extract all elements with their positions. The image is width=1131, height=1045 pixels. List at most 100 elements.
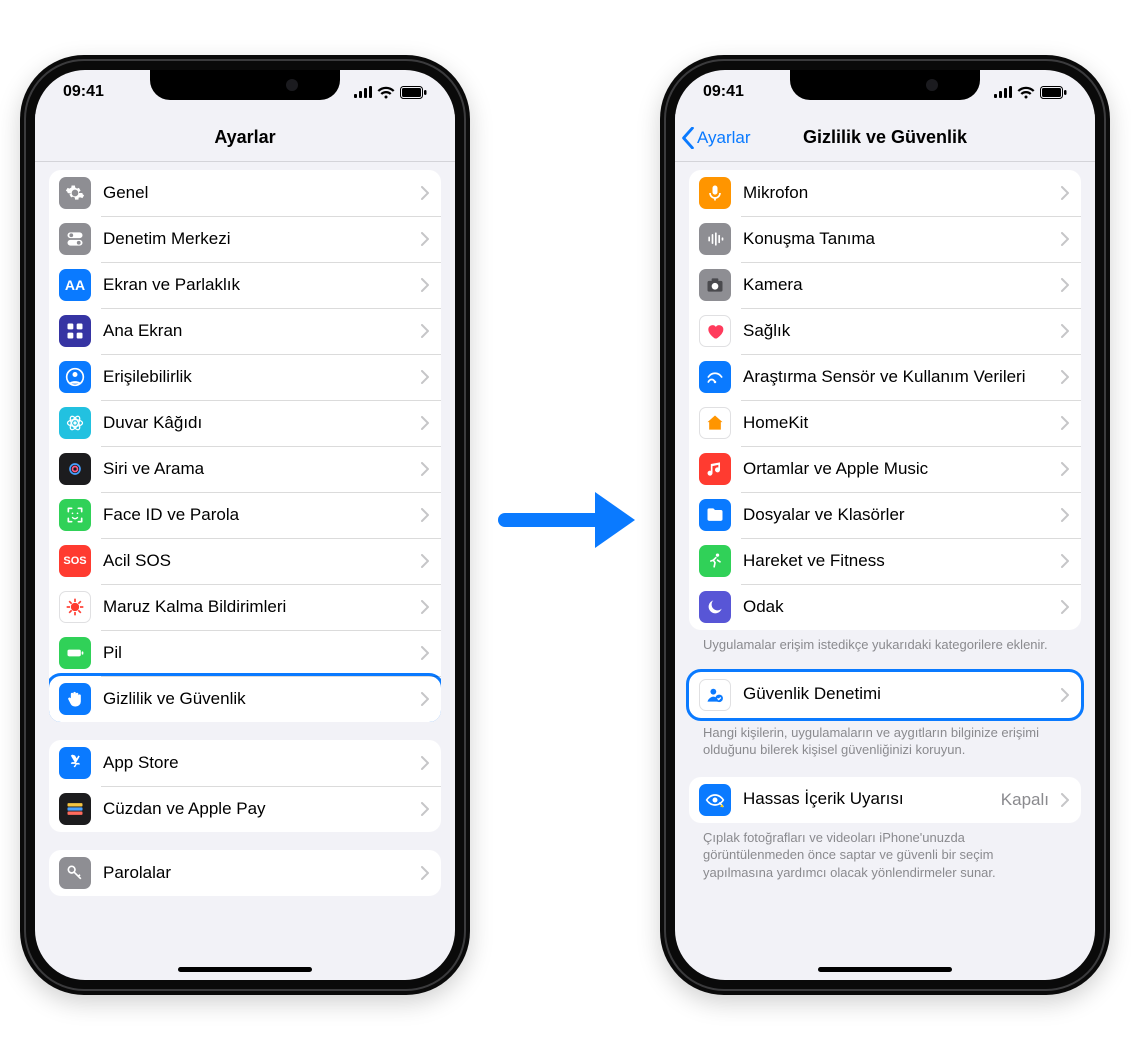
chevron-left-icon: [681, 127, 695, 149]
home-icon: [699, 407, 731, 439]
row-label: HomeKit: [743, 413, 1049, 433]
row-label: Ortamlar ve Apple Music: [743, 459, 1049, 479]
settings-row-appstore[interactable]: App Store: [49, 740, 441, 786]
row-label: Parolalar: [103, 863, 409, 883]
row-label: Konuşma Tanıma: [743, 229, 1049, 249]
home-indicator[interactable]: [178, 967, 312, 972]
row-label: Dosyalar ve Klasörler: [743, 505, 1049, 525]
battery-icon: [400, 86, 427, 99]
settings-row-microphone[interactable]: Mikrofon: [689, 170, 1081, 216]
chevron-right-icon: [421, 186, 429, 200]
wave-icon: [699, 223, 731, 255]
chevron-right-icon: [421, 554, 429, 568]
home-indicator[interactable]: [818, 967, 952, 972]
chevron-right-icon: [421, 802, 429, 816]
settings-row-faceid[interactable]: Face ID ve Parola: [49, 492, 441, 538]
navbar-left: Ayarlar: [35, 114, 455, 162]
row-label: Hassas İçerik Uyarısı: [743, 789, 989, 809]
row-label: Ekran ve Parlaklık: [103, 275, 409, 295]
navbar-right: Ayarlar Gizlilik ve Güvenlik: [675, 114, 1095, 162]
chevron-right-icon: [421, 278, 429, 292]
settings-row-battery[interactable]: Pil: [49, 630, 441, 676]
settings-row-fitness[interactable]: Hareket ve Fitness: [689, 538, 1081, 584]
chevron-right-icon: [1061, 324, 1069, 338]
sensor-icon: [699, 361, 731, 393]
group-footer: Uygulamalar erişim istedikçe yukarıdaki …: [689, 630, 1081, 654]
wifi-icon: [1017, 86, 1035, 99]
settings-row-files[interactable]: Dosyalar ve Klasörler: [689, 492, 1081, 538]
row-label: Pil: [103, 643, 409, 663]
chevron-right-icon: [421, 508, 429, 522]
person-circle-icon: [59, 361, 91, 393]
row-label: Sağlık: [743, 321, 1049, 341]
page-title: Gizlilik ve Güvenlik: [803, 127, 967, 148]
settings-row-passwords[interactable]: Parolalar: [49, 850, 441, 896]
row-label: Araştırma Sensör ve Kullanım Verileri: [743, 367, 1049, 387]
row-label: Duvar Kâğıdı: [103, 413, 409, 433]
settings-row-health[interactable]: Sağlık: [689, 308, 1081, 354]
grid-icon: [59, 315, 91, 347]
chevron-right-icon: [1061, 370, 1069, 384]
settings-row-sensitive[interactable]: Hassas İçerik Uyarısı Kapalı: [689, 777, 1081, 823]
chevron-right-icon: [421, 600, 429, 614]
status-time: 09:41: [63, 83, 104, 101]
back-label: Ayarlar: [697, 128, 751, 148]
mic-icon: [699, 177, 731, 209]
settings-row-exposure[interactable]: Maruz Kalma Bildirimleri: [49, 584, 441, 630]
row-label: Genel: [103, 183, 409, 203]
wallet-icon: [59, 793, 91, 825]
chevron-right-icon: [421, 646, 429, 660]
row-label: Cüzdan ve Apple Pay: [103, 799, 409, 819]
settings-row-media[interactable]: Ortamlar ve Apple Music: [689, 446, 1081, 492]
settings-row-siri[interactable]: Siri ve Arama: [49, 446, 441, 492]
row-label: Hareket ve Fitness: [743, 551, 1049, 571]
settings-row-home-screen[interactable]: Ana Ekran: [49, 308, 441, 354]
settings-group: Güvenlik Denetimi: [689, 672, 1081, 718]
group-footer: Hangi kişilerin, uygulamaların ve aygıtl…: [689, 718, 1081, 759]
wifi-icon: [377, 86, 395, 99]
back-button[interactable]: Ayarlar: [681, 114, 751, 161]
settings-row-wallet[interactable]: Cüzdan ve Apple Pay: [49, 786, 441, 832]
runner-icon: [699, 545, 731, 577]
row-label: Ana Ekran: [103, 321, 409, 341]
row-label: Maruz Kalma Bildirimleri: [103, 597, 409, 617]
battery-icon: [59, 637, 91, 669]
settings-group: Mikrofon Konuşma Tanıma Kamera Sağlık Ar…: [689, 170, 1081, 630]
virus-icon: [59, 591, 91, 623]
chevron-right-icon: [421, 692, 429, 706]
row-label: Denetim Merkezi: [103, 229, 409, 249]
settings-row-general[interactable]: Genel: [49, 170, 441, 216]
siri-icon: [59, 453, 91, 485]
row-label: Erişilebilirlik: [103, 367, 409, 387]
settings-group: Hassas İçerik Uyarısı Kapalı: [689, 777, 1081, 823]
settings-row-safety-check[interactable]: Güvenlik Denetimi: [689, 672, 1081, 718]
settings-row-focus[interactable]: Odak: [689, 584, 1081, 630]
chevron-right-icon: [421, 756, 429, 770]
chevron-right-icon: [421, 370, 429, 384]
faceid-icon: [59, 499, 91, 531]
settings-row-wallpaper[interactable]: Duvar Kâğıdı: [49, 400, 441, 446]
cellular-icon: [354, 86, 372, 98]
settings-row-accessibility[interactable]: Erişilebilirlik: [49, 354, 441, 400]
settings-row-research[interactable]: Araştırma Sensör ve Kullanım Verileri: [689, 354, 1081, 400]
chevron-right-icon: [1061, 508, 1069, 522]
notch-icon: [790, 70, 980, 100]
settings-row-privacy[interactable]: Gizlilik ve Güvenlik: [49, 676, 441, 722]
settings-row-sos[interactable]: SOS Acil SOS: [49, 538, 441, 584]
chevron-right-icon: [421, 866, 429, 880]
notch-icon: [150, 70, 340, 100]
arrow-icon: [495, 480, 635, 565]
settings-row-homekit[interactable]: HomeKit: [689, 400, 1081, 446]
moon-icon: [699, 591, 731, 623]
chevron-right-icon: [1061, 232, 1069, 246]
settings-row-speech[interactable]: Konuşma Tanıma: [689, 216, 1081, 262]
settings-row-display[interactable]: AA Ekran ve Parlaklık: [49, 262, 441, 308]
key-icon: [59, 857, 91, 889]
phone-right: 09:41 Ayarlar Gizlilik ve Güvenlik Mikro…: [660, 55, 1110, 995]
settings-row-camera[interactable]: Kamera: [689, 262, 1081, 308]
settings-row-control-center[interactable]: Denetim Merkezi: [49, 216, 441, 262]
chevron-right-icon: [1061, 600, 1069, 614]
row-label: Siri ve Arama: [103, 459, 409, 479]
hand-icon: [59, 683, 91, 715]
chevron-right-icon: [421, 324, 429, 338]
